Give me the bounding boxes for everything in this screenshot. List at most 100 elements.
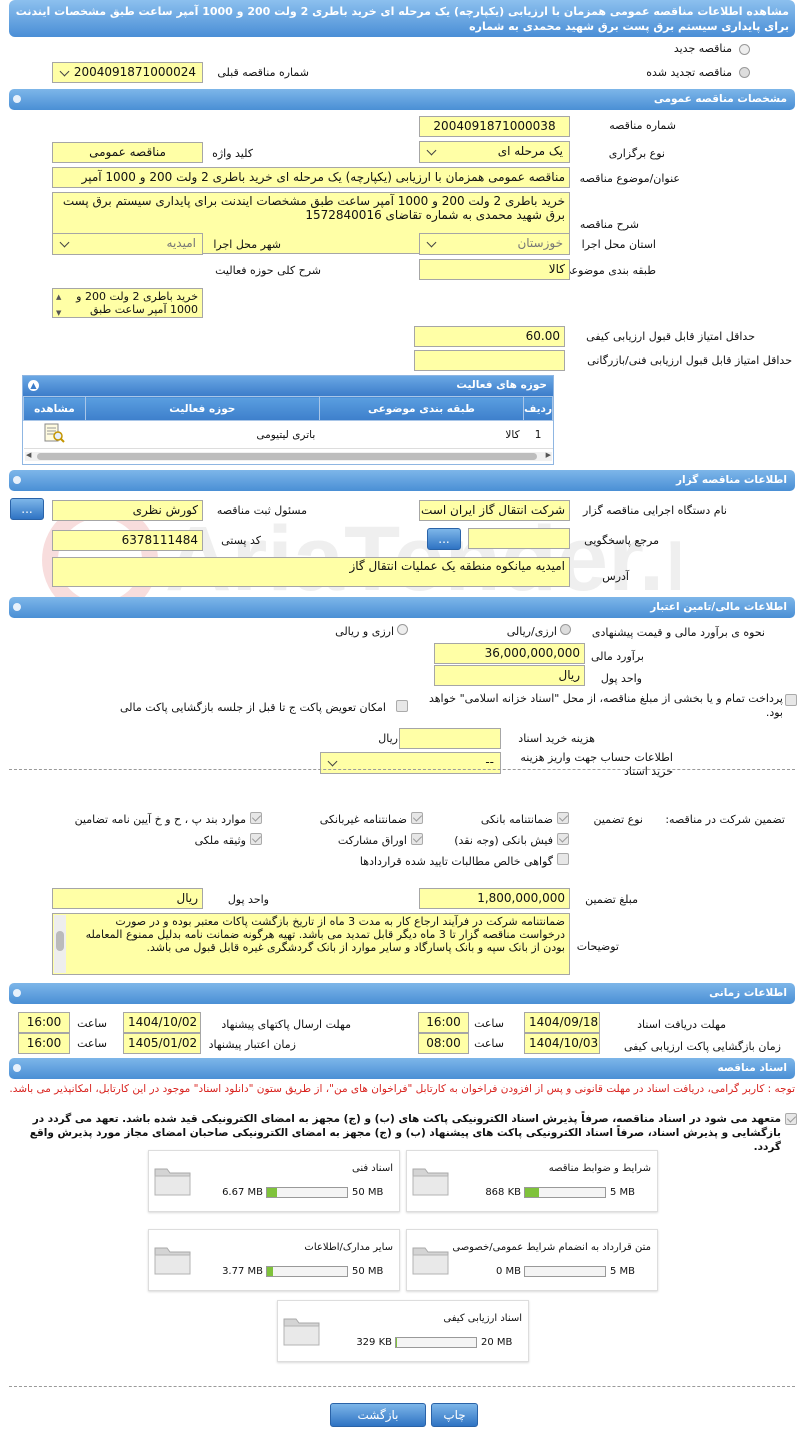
non-bank-guarantee-checkbox[interactable] (411, 812, 423, 824)
document-card[interactable]: متن قرارداد به انضمام شرایط عمومی/خصوصی … (406, 1229, 658, 1291)
property-collateral-label: وثیقه ملکی (194, 834, 246, 847)
validity-date: 1405/01/02 (123, 1033, 201, 1054)
document-card[interactable]: اسناد فنی 6.67 MB 50 MB (148, 1150, 400, 1212)
description-label: شرح مناقصه (579, 218, 639, 231)
row-number: 1 (523, 420, 553, 449)
org-field: شرکت انتقال گاز ایران است (419, 500, 570, 521)
currency-and-rial-radio[interactable] (397, 624, 408, 635)
bank-receipt-label: فیش بانکی (وجه نقد) (454, 834, 553, 847)
city-label: شهر محل اجرا (213, 238, 281, 251)
renewed-tender-label: مناقصه تجدید شده (646, 66, 732, 79)
notes-scrollbar[interactable] (54, 915, 66, 973)
account-select[interactable]: -- (320, 752, 501, 774)
property-collateral-checkbox[interactable] (250, 833, 262, 845)
time-label: ساعت (77, 1037, 107, 1050)
table-row: 1 کالا باتری لیتیومی (23, 420, 553, 449)
chevron-down-icon (426, 237, 437, 248)
chevron-down-icon (327, 756, 338, 767)
previous-number-label: شماره مناقصه قبلی (217, 66, 309, 79)
documents-notice: توجه : کاربر گرامی، دریافت اسناد در مهلت… (9, 1083, 795, 1095)
scroll-left-icon[interactable]: ◀ (26, 451, 31, 459)
net-claims-label: گواهی خالص مطالبات تایید شده قراردادها (359, 855, 553, 868)
net-claims-checkbox[interactable] (557, 853, 569, 865)
category-label: طبقه بندی موضوعی (562, 264, 656, 277)
back-button[interactable]: بازگشت (330, 1403, 426, 1427)
treasury-checkbox[interactable] (785, 694, 797, 706)
participation-bonds-checkbox[interactable] (411, 833, 423, 845)
new-tender-radio[interactable] (739, 44, 750, 55)
collapse-icon[interactable] (13, 989, 21, 997)
treasury-label: پرداخت تمام و یا بخشی از مبلغ مناقصه، از… (428, 692, 783, 719)
registrar-more-button[interactable]: ... (10, 498, 44, 520)
document-card[interactable]: شرایط و ضوابط مناقصه 868 KB 5 MB (406, 1150, 658, 1212)
reference-more-button[interactable]: ... (427, 528, 461, 550)
scroll-up-icon[interactable]: ▲ (56, 291, 61, 304)
row-scope: باتری لیتیومی (85, 420, 320, 449)
submit-deadline-time: 16:00 (18, 1012, 70, 1033)
chevron-down-icon (426, 145, 437, 156)
envelope-swap-checkbox[interactable] (396, 700, 408, 712)
page-header: مشاهده اطلاعات مناقصه عمومی همزمان با ار… (9, 0, 795, 37)
print-button[interactable]: چاپ (431, 1403, 478, 1427)
bank-guarantee-label: ضمانتنامه بانکی (480, 813, 553, 826)
min-tech-field (414, 350, 565, 371)
holding-type-select[interactable]: یک مرحله ای (419, 141, 570, 163)
scroll-down-icon[interactable]: ▼ (56, 307, 61, 317)
holding-type-label: نوع برگزاری (608, 147, 665, 160)
currency-rial-radio[interactable] (560, 624, 571, 635)
tender-number-label: شماره مناقصه (609, 119, 676, 132)
collapse-icon[interactable]: ▲ (28, 380, 39, 391)
submit-deadline-date: 1404/10/02 (123, 1012, 201, 1033)
previous-number-select[interactable]: 2004091871000024 (52, 62, 203, 83)
guarantee-amount-field: 1,800,000,000 (419, 888, 570, 909)
keyword-label: کلید واژه (212, 147, 253, 160)
activity-table-header: حوزه های فعالیت ▲ (23, 376, 553, 396)
collapse-icon[interactable] (13, 603, 21, 611)
time-label: ساعت (77, 1017, 107, 1030)
province-label: استان محل اجرا (581, 238, 656, 251)
currency-and-rial-label: ارزی و ریالی (335, 625, 394, 638)
keyword-field: مناقصه عمومی (52, 142, 203, 163)
time-label: ساعت (474, 1017, 504, 1030)
quality-open-time: 08:00 (418, 1033, 469, 1054)
validity-time: 16:00 (18, 1033, 70, 1054)
folder-icon (283, 1318, 320, 1346)
doc-cost-label: هزینه خرید اسناد (518, 732, 595, 745)
view-document-icon[interactable] (42, 422, 66, 444)
guarantee-label: تضمین شرکت در مناقصه: (665, 813, 785, 826)
scroll-right-icon[interactable]: ▶ (546, 451, 551, 459)
bank-guarantee-checkbox[interactable] (557, 812, 569, 824)
quality-open-label: زمان بازگشایی پاکت ارزیابی کیفی (623, 1040, 781, 1053)
progress-bar (395, 1337, 477, 1348)
registrar-field: کورش نظری (52, 500, 203, 521)
activity-scope-field: خرید باطری 2 ولت 200 و 1000 آمپر ساعت طب… (52, 288, 203, 318)
collapse-icon[interactable] (13, 95, 21, 103)
submit-deadline-label: مهلت ارسال پاکتهای پیشنهاد (221, 1018, 351, 1031)
bylaw-items-checkbox[interactable] (250, 812, 262, 824)
document-card[interactable]: سایر مدارک/اطلاعات 3.77 MB 50 MB (148, 1229, 400, 1291)
view-cell (23, 420, 86, 449)
bank-receipt-checkbox[interactable] (557, 833, 569, 845)
activity-scope-label: شرح کلی حوزه فعالیت (215, 264, 321, 277)
min-tech-label: حداقل امتیاز قابل قبول ارزیابی فنی/بازرگ… (587, 354, 792, 367)
collapse-icon[interactable] (13, 476, 21, 484)
document-card[interactable]: اسناد ارزیابی کیفی 329 KB 20 MB (277, 1300, 529, 1362)
notes-field: ضمانتنامه شرکت در فرآیند ارجاع کار به مد… (52, 913, 570, 975)
province-select[interactable]: خوزستان (419, 233, 570, 255)
estimate-field: 36,000,000,000 (434, 643, 585, 664)
currency-rial-label: ارزی/ریالی (506, 625, 557, 638)
subject-field: مناقصه عمومی همزمان با ارزیابی (یکپارچه)… (52, 167, 570, 188)
time-label: ساعت (474, 1037, 504, 1050)
collapse-icon[interactable] (13, 1064, 21, 1072)
city-select[interactable]: امیدیه (52, 233, 203, 255)
general-section-header: مشخصات مناقصه عمومی (9, 89, 795, 110)
horizontal-scrollbar[interactable]: ◀ ▶ (25, 451, 552, 461)
guarantee-currency-field: ریال (52, 888, 203, 909)
renewed-tender-radio[interactable] (739, 67, 750, 78)
notes-label: توضیحات (576, 940, 619, 953)
doc-receive-label: مهلت دریافت اسناد (637, 1018, 726, 1031)
validity-label: زمان اعتبار پیشنهاد (208, 1038, 296, 1051)
address-label: آدرس (602, 570, 629, 583)
envelope-swap-label: امکان تعویض پاکت ج تا قبل از جلسه بازگشا… (120, 701, 386, 714)
documents-section-header: اسناد مناقصه (9, 1058, 795, 1079)
